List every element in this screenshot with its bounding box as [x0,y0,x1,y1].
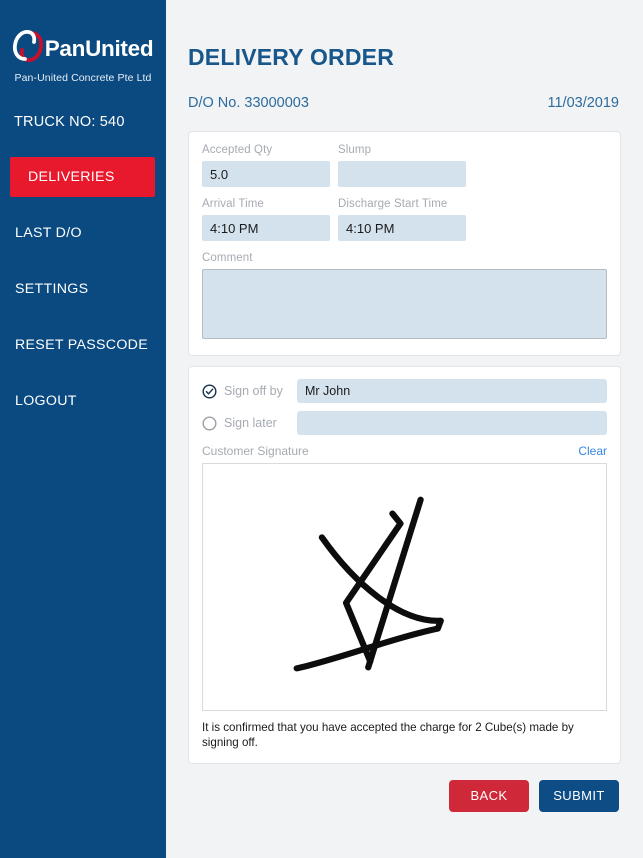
sidebar-item-deliveries[interactable]: DELIVERIES [10,157,155,197]
sign-off-by-label: Sign off by [224,384,283,398]
sidebar-item-label: LAST D/O [15,225,82,241]
clear-signature-button[interactable]: Clear [578,444,607,458]
brand-logo-row: PanUnited [0,26,166,66]
customer-signature-label: Customer Signature [202,444,309,458]
arrival-time-field: Arrival Time [202,198,330,241]
radio-checked-icon[interactable] [202,383,217,399]
signoff-card: Sign off by Sign later Customer Signatur… [188,366,621,764]
page-title: DELIVERY ORDER [188,44,395,70]
back-button[interactable]: BACK [449,779,529,812]
sidebar-item-label: SETTINGS [15,281,89,297]
footer-actions: BACK SUBMIT [188,779,621,812]
accepted-qty-field: Accepted Qty [202,144,330,187]
brand-tagline: Pan-United Concrete Pte Ltd [14,72,152,84]
truck-number-row: TRUCK NO: 540 [0,114,166,130]
arrival-time-input[interactable] [202,215,330,241]
sidebar: PanUnited Pan-United Concrete Pte Ltd TR… [0,0,166,858]
radio-unchecked-icon[interactable] [202,415,217,431]
sidebar-item-label: DELIVERIES [28,169,115,185]
sign-later-input[interactable] [297,411,607,435]
sign-later-row[interactable]: Sign later [202,411,607,435]
comment-label: Comment [202,252,253,264]
confirmation-text: It is confirmed that you have accepted t… [202,721,574,750]
comment-field: Comment [202,252,607,339]
main-content: DELIVERY ORDER D/O No. 33000003 11/03/20… [166,0,643,858]
times-row: Arrival Time Discharge Start Time [202,198,607,241]
panunited-loops-logo-icon [12,30,43,62]
slump-field: Slump [338,144,466,187]
accepted-qty-input[interactable] [202,161,330,187]
delivery-details-card: Accepted Qty Slump Arrival Time Discharg… [188,131,621,356]
sign-off-by-input[interactable] [297,379,607,403]
sidebar-item-logout[interactable]: LOGOUT [0,381,166,421]
truck-number-value: 540 [99,114,125,130]
order-meta-row: D/O No. 33000003 11/03/2019 [188,95,621,111]
sidebar-nav: DELIVERIES LAST D/O SETTINGS RESET PASSC… [0,157,166,421]
signature-header: Customer Signature Clear [202,444,607,458]
sign-later-label: Sign later [224,416,277,430]
sidebar-item-label: RESET PASSCODE [15,337,148,353]
brand-block: PanUnited Pan-United Concrete Pte Ltd [0,0,166,84]
slump-label: Slump [338,144,372,156]
discharge-start-time-label: Discharge Start Time [338,198,448,210]
sidebar-item-last-do[interactable]: LAST D/O [0,213,166,253]
discharge-start-time-field: Discharge Start Time [338,198,466,241]
accepted-qty-label: Accepted Qty [202,144,273,156]
signature-pad[interactable] [202,463,607,711]
discharge-start-time-input[interactable] [338,215,466,241]
signature-strokes [293,496,444,672]
sidebar-item-reset-passcode[interactable]: RESET PASSCODE [0,325,166,365]
order-date: 11/03/2019 [547,95,620,111]
sign-off-by-row[interactable]: Sign off by [202,379,607,403]
do-number: D/O No. 33000003 [188,95,309,111]
sidebar-item-label: LOGOUT [15,393,77,409]
arrival-time-label: Arrival Time [202,198,264,210]
truck-number-label: TRUCK NO: [14,114,96,130]
comment-textarea[interactable] [202,269,607,339]
submit-button[interactable]: SUBMIT [539,779,619,812]
slump-input[interactable] [338,161,466,187]
qty-slump-row: Accepted Qty Slump [202,144,607,187]
sidebar-item-settings[interactable]: SETTINGS [0,269,166,309]
brand-name: PanUnited [44,35,154,61]
